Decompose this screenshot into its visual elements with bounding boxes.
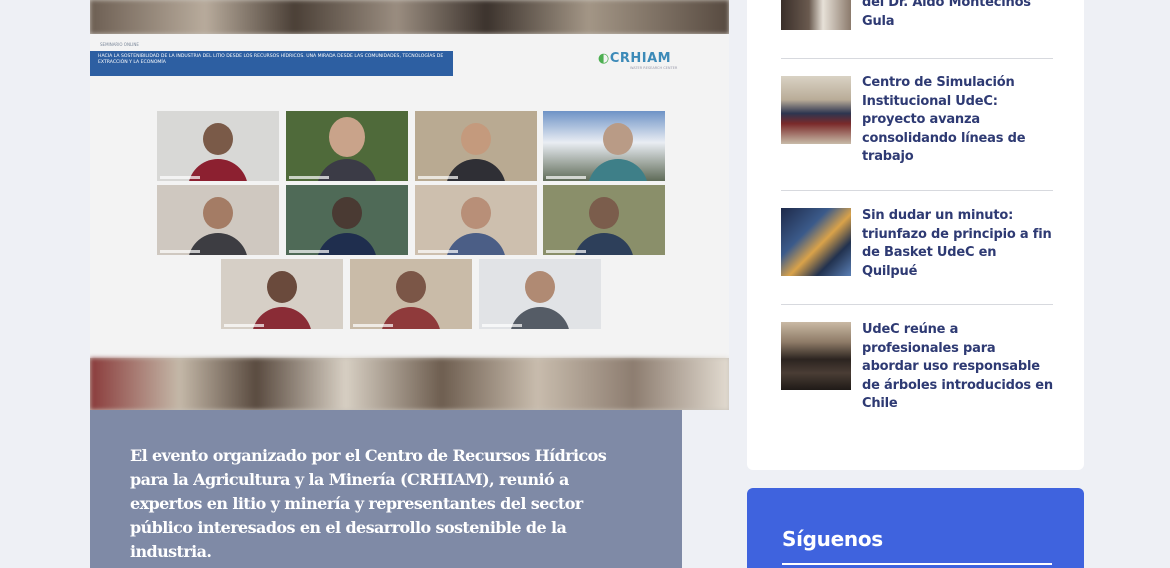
news-divider [781,58,1053,59]
follow-us-card: Síguenos [747,488,1084,568]
participant-tile [415,185,537,255]
logo-subtitle: WATER RESEARCH CENTER [630,66,678,70]
image-blurred-bottom-strip [90,358,729,410]
news-thumbnail[interactable] [781,0,851,30]
participant-tile [221,259,343,329]
participant-tile [350,259,472,329]
sidebar-news-card: del Dr. Aldo Montecinos Gula Centro de S… [747,0,1084,470]
logo-mark-icon: ◐ [598,51,610,66]
article-caption-box: El evento organizado por el Centro de Re… [90,410,682,568]
news-title-link[interactable]: Centro de Simulación Institucional UdeC:… [862,74,1054,167]
slide-header-small: SEMINARIO ONLINE [100,42,139,47]
article-caption: El evento organizado por el Centro de Re… [130,446,607,561]
news-item[interactable]: UdeC reúne a profesionales para abordar … [781,321,1053,417]
news-item[interactable]: Sin dudar un minuto: triunfazo de princi… [781,207,1053,287]
news-title-link[interactable]: del Dr. Aldo Montecinos Gula [862,0,1054,31]
participant-tile [479,259,601,329]
news-divider [781,190,1053,191]
news-thumbnail[interactable] [781,208,851,276]
crhiam-logo: ◐CRHIAM [598,51,671,66]
news-title-link[interactable]: UdeC reúne a profesionales para abordar … [862,321,1054,414]
news-divider [781,304,1053,305]
participant-tile [157,111,279,181]
news-thumbnail[interactable] [781,76,851,144]
image-blurred-top-strip [90,0,729,34]
follow-us-title: Síguenos [782,527,883,551]
participant-tile [543,185,665,255]
slide-banner: HACIA LA SOSTENIBILIDAD DE LA INDUSTRIA … [90,51,453,76]
participant-tile [543,111,665,181]
participant-tile [286,111,408,181]
article-main-image[interactable]: SEMINARIO ONLINE HACIA LA SOSTENIBILIDAD… [90,0,729,410]
news-thumbnail[interactable] [781,322,851,390]
video-conference-slide: SEMINARIO ONLINE HACIA LA SOSTENIBILIDAD… [90,34,729,358]
news-item[interactable]: del Dr. Aldo Montecinos Gula [781,0,1053,34]
participant-tile [157,185,279,255]
news-item[interactable]: Centro de Simulación Institucional UdeC:… [781,74,1053,170]
participant-tile [286,185,408,255]
participant-tile [415,111,537,181]
logo-text: CRHIAM [609,51,672,66]
follow-us-divider [782,563,1052,565]
news-title-link[interactable]: Sin dudar un minuto: triunfazo de princi… [862,207,1054,281]
